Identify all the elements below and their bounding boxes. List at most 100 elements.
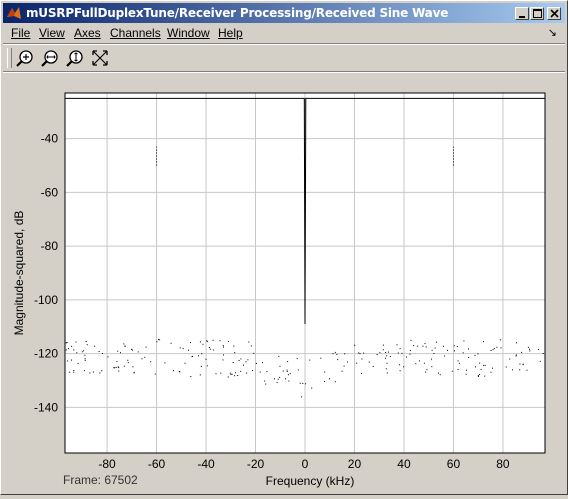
noise-dot — [515, 354, 517, 356]
noise-dot — [184, 362, 186, 364]
noise-dot — [332, 353, 334, 355]
noise-dot — [231, 373, 233, 375]
noise-dot — [65, 349, 67, 351]
noise-dot — [277, 378, 279, 380]
noise-dot — [490, 350, 492, 351]
noise-dot — [354, 344, 356, 346]
noise-dot — [170, 342, 172, 344]
noise-dot — [279, 376, 281, 378]
noise-dot — [386, 362, 388, 364]
noise-dot — [208, 347, 210, 348]
noise-dot — [493, 347, 495, 349]
noise-dot — [235, 372, 237, 374]
noise-dot — [113, 367, 115, 369]
noise-dot — [285, 378, 286, 380]
noise-dot — [157, 339, 159, 341]
noise-dot — [297, 369, 299, 371]
maximize-button[interactable] — [530, 7, 544, 20]
noise-dot — [434, 347, 436, 349]
menu-view[interactable]: View — [39, 26, 65, 40]
noise-dot — [480, 368, 482, 370]
noise-dot — [67, 360, 69, 362]
menu-help[interactable]: Help — [218, 26, 243, 40]
noise-dot — [509, 358, 511, 360]
noise-dot — [133, 372, 135, 374]
noise-dot — [85, 341, 87, 342]
noise-dot — [417, 345, 419, 347]
menu-axes[interactable]: Axes — [74, 26, 101, 40]
noise-dot — [115, 366, 117, 368]
noise-dot — [492, 349, 494, 351]
noise-dot — [137, 351, 139, 353]
noise-dot — [463, 340, 465, 342]
noise-dot — [361, 358, 363, 360]
noise-dot — [229, 372, 231, 374]
noise-dot — [76, 352, 78, 354]
noise-dot — [426, 369, 428, 371]
noise-dot — [289, 373, 291, 375]
noise-dot — [457, 360, 459, 362]
noise-dot — [282, 370, 284, 372]
noise-dot — [397, 352, 399, 354]
noise-dot — [425, 371, 426, 373]
noise-dot — [302, 382, 304, 384]
menu-window[interactable]: Window — [167, 26, 210, 40]
spectrum-chart[interactable]: -80 -60 -40 -20 0 20 40 60 80 -40 -60 -80 -100 -120 -1… — [3, 73, 565, 494]
menu-file[interactable]: File — [11, 26, 30, 40]
noise-dot — [483, 364, 485, 366]
noise-dot — [98, 351, 100, 352]
frame-counter: Frame: 67502 — [63, 473, 138, 487]
noise-dot — [382, 344, 384, 346]
noise-dot — [479, 362, 481, 364]
title-bar[interactable]: mUSRPFullDuplexTune/Receiver Processing/… — [3, 3, 565, 23]
window-title: mUSRPFullDuplexTune/Receiver Processing/… — [26, 6, 449, 20]
noise-dot — [223, 346, 224, 348]
noise-dot — [433, 353, 435, 354]
noise-dot — [505, 366, 507, 368]
noise-dot — [399, 364, 401, 366]
noise-dot — [431, 349, 433, 351]
zoom-y-button[interactable] — [64, 48, 86, 70]
noise-dot — [232, 362, 234, 363]
close-button[interactable] — [547, 7, 561, 20]
noise-dot — [466, 369, 467, 371]
noise-dot — [287, 374, 289, 376]
zoom-in-button[interactable] — [14, 48, 36, 70]
noise-dot — [344, 353, 346, 355]
noise-dot — [117, 350, 119, 352]
noise-dot — [230, 373, 232, 375]
noise-dot — [521, 351, 523, 353]
y-tick-label: -140 — [34, 400, 58, 414]
minimize-button[interactable] — [515, 7, 529, 20]
noise-dot — [84, 359, 86, 361]
dock-arrow-icon[interactable]: ↘ — [548, 26, 557, 39]
noise-dot — [477, 376, 479, 377]
zoom-x-button[interactable] — [39, 48, 61, 70]
menu-channels-label: Channels — [110, 26, 161, 40]
noise-dot — [94, 345, 96, 347]
noise-dot — [101, 370, 103, 372]
noise-dot — [219, 340, 221, 342]
noise-dot — [361, 373, 363, 374]
toolbar-grip[interactable] — [7, 48, 12, 68]
noise-dot — [443, 345, 444, 347]
noise-dot — [114, 367, 116, 369]
noise-dot — [320, 357, 322, 359]
noise-dot — [131, 348, 132, 350]
noise-dot — [240, 358, 242, 360]
noise-dot — [89, 372, 91, 374]
x-tick-label: 40 — [397, 457, 411, 471]
noise-dot — [337, 359, 339, 361]
noise-dot — [359, 353, 361, 355]
noise-dot — [451, 370, 453, 372]
minimize-icon — [519, 16, 525, 18]
x-tick-label: 0 — [302, 457, 309, 471]
noise-dot — [341, 370, 343, 372]
noise-dot — [182, 348, 184, 350]
autoscale-button[interactable] — [89, 48, 111, 70]
noise-dot — [107, 356, 109, 358]
noise-dot — [99, 372, 101, 374]
noise-dot — [542, 353, 544, 354]
noise-dot — [73, 371, 75, 373]
menu-channels[interactable]: Channels — [110, 26, 161, 40]
